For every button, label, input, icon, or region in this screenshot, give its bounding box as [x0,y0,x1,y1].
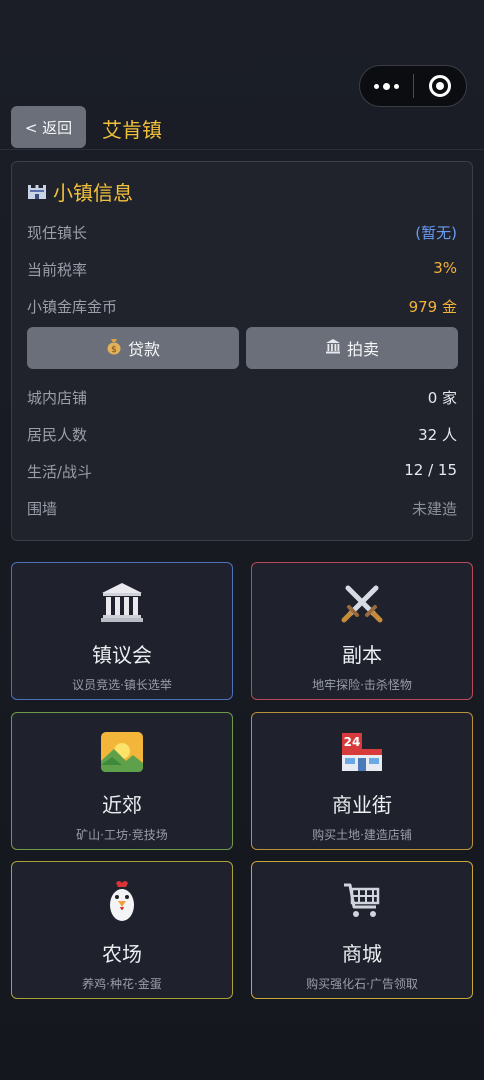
auction-label: 拍卖 [346,340,379,359]
tile-suburbs[interactable]: 近郊 矿山·工坊·竞技场 [11,712,233,850]
card-title: 小镇信息 [27,177,133,206]
tile-title: 近郊 [102,793,142,817]
tile-subtitle: 地牢探险·击杀怪物 [312,678,412,692]
tile-mall[interactable]: 商城 购买强化石·广告领取 [251,861,473,999]
target-icon[interactable] [413,66,466,106]
tile-subtitle: 购买土地·建造店铺 [312,828,412,842]
mini-program-capsule [359,65,467,107]
tile-title: 副本 [342,643,382,667]
info-row-residents: 居民人数 32 人 [27,424,457,445]
money-bag-icon: $ [106,337,122,359]
wall-value: 未建造 [411,500,457,518]
info-label: 围墙 [27,500,58,518]
info-label: 小镇金库金币 [27,298,118,316]
tile-farm[interactable]: 农场 养鸡·种花·金蛋 [11,861,233,999]
info-row-wall: 围墙 未建造 [27,498,457,519]
shops-value: 0 家 [427,389,457,407]
castle-icon [27,184,47,200]
town-info-card: 小镇信息 现任镇长 (暂无) 当前税率 3% 小镇金库金币 979 金 $ 贷款 [11,161,473,541]
back-button-label: < 返回 [24,118,73,137]
svg-text:24: 24 [344,735,361,749]
tile-commercial-street[interactable]: 24 商业街 购买土地·建造店铺 [251,712,473,850]
tile-subtitle: 养鸡·种花·金蛋 [82,977,162,991]
tile-title: 农场 [102,942,142,966]
back-button[interactable]: < 返回 [11,106,86,148]
info-label: 当前税率 [27,261,88,279]
tile-town-council[interactable]: 镇议会 议员竞选·镇长选举 [11,562,233,700]
more-dots-icon[interactable] [360,66,413,106]
tax-value: 3% [433,259,457,277]
life-battle-value: 12 / 15 [404,461,457,479]
info-row-tax: 当前税率 3% [27,259,457,280]
tile-subtitle: 购买强化石·广告领取 [306,977,418,991]
info-label: 城内店铺 [27,389,88,407]
convenience-store-icon: 24 [337,727,387,777]
loan-label: 贷款 [127,340,160,359]
treasury-value: 979 金 [408,298,457,316]
info-row-life-battle: 生活/战斗 12 / 15 [27,461,457,482]
auction-button[interactable]: 拍卖 [246,327,458,369]
shopping-cart-icon [337,876,387,926]
top-bar: < 返回 艾肯镇 [0,106,484,150]
mayor-value[interactable]: (暂无) [415,222,457,243]
sunrise-landscape-icon [97,727,147,777]
loan-button[interactable]: $ 贷款 [27,327,239,369]
tile-title: 商城 [342,942,382,966]
info-label: 居民人数 [27,426,88,444]
tile-subtitle: 矿山·工坊·竞技场 [76,828,168,842]
info-row-treasury: 小镇金库金币 979 金 [27,296,457,317]
info-label: 生活/战斗 [27,463,93,481]
card-title-text: 小镇信息 [53,181,133,205]
info-label: 现任镇长 [27,224,88,242]
tile-subtitle: 议员竞选·镇长选举 [72,678,172,692]
page-title: 艾肯镇 [102,118,162,142]
classical-building-icon [97,577,147,627]
town-page: < 返回 艾肯镇 小镇信息 现任镇长 (暂无) 当前税率 3% 小镇金库金币 9… [0,0,484,1080]
bank-icon [325,338,341,358]
crossed-swords-icon [337,577,387,627]
residents-value: 32 人 [418,426,457,444]
svg-text:$: $ [111,345,117,355]
info-row-shops: 城内店铺 0 家 [27,387,457,408]
tile-title: 商业街 [332,793,392,817]
rooster-icon [97,876,147,926]
tile-title: 镇议会 [92,643,152,667]
tile-dungeon[interactable]: 副本 地牢探险·击杀怪物 [251,562,473,700]
info-row-mayor: 现任镇长 (暂无) [27,222,457,243]
